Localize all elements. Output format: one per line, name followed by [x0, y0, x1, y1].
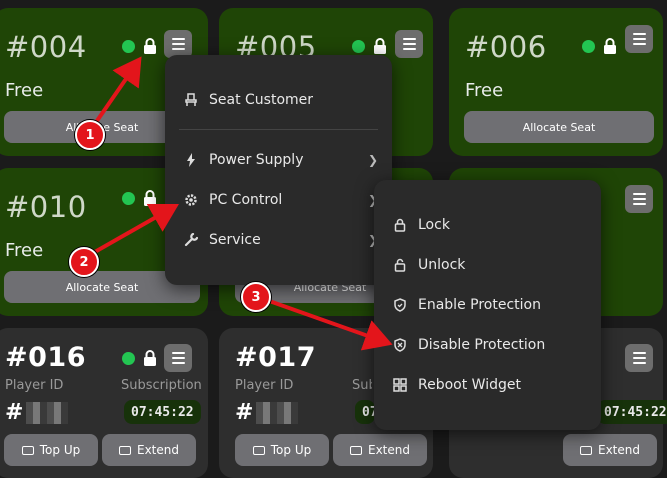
annotation-badge-3: 3: [241, 282, 271, 312]
annotation-arrow-2: [85, 203, 179, 259]
annotation-arrow-3: [257, 295, 393, 351]
annotation-badge-1: 1: [75, 120, 105, 150]
annotation-arrow-1: [90, 56, 142, 130]
annotation-badge-2: 2: [69, 247, 99, 277]
annotation-arrows: [85, 56, 393, 351]
